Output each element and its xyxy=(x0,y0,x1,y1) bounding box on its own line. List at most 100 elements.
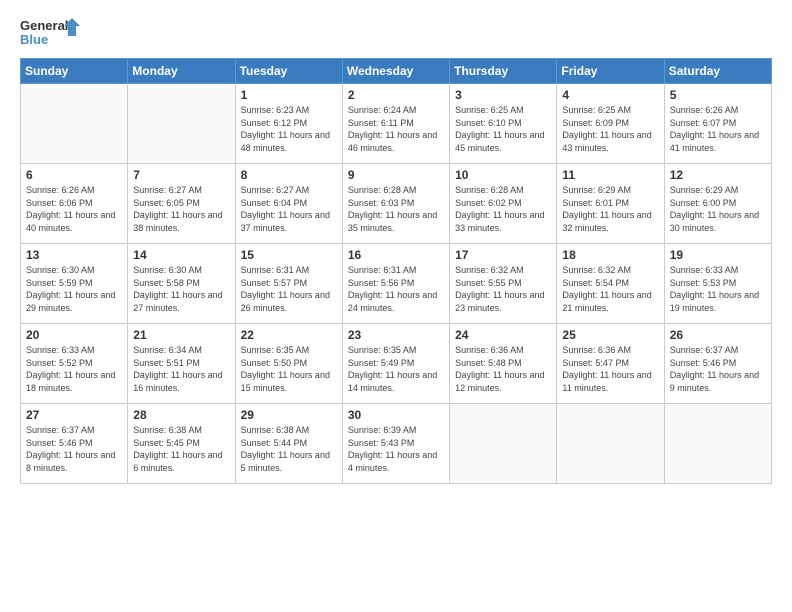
day-number: 29 xyxy=(241,408,337,422)
day-info: Sunrise: 6:39 AMSunset: 5:43 PMDaylight:… xyxy=(348,424,444,474)
weekday-header-wednesday: Wednesday xyxy=(342,59,449,84)
weekday-header-sunday: Sunday xyxy=(21,59,128,84)
day-info: Sunrise: 6:25 AMSunset: 6:09 PMDaylight:… xyxy=(562,104,658,154)
day-number: 22 xyxy=(241,328,337,342)
day-cell: 5 Sunrise: 6:26 AMSunset: 6:07 PMDaylight… xyxy=(664,84,771,164)
day-info: Sunrise: 6:27 AMSunset: 6:04 PMDaylight:… xyxy=(241,184,337,234)
day-cell: 17Sunrise: 6:32 AMSunset: 5:55 PMDayligh… xyxy=(450,244,557,324)
day-cell: 7 Sunrise: 6:27 AMSunset: 6:05 PMDaylight… xyxy=(128,164,235,244)
day-cell: 28 Sunrise: 6:38 AMSunset: 5:45 PMDayligh… xyxy=(128,404,235,484)
day-info: Sunrise: 6:29 AMSunset: 6:00 PMDaylight:… xyxy=(670,184,766,234)
day-number: 4 xyxy=(562,88,658,102)
day-cell xyxy=(450,404,557,484)
day-info: Sunrise: 6:37 AMSunset: 5:46 PMDaylight:… xyxy=(670,344,766,394)
day-cell: 14 Sunrise: 6:30 AMSunset: 5:58 PMDayligh… xyxy=(128,244,235,324)
day-info: Sunrise: 6:37 AMSunset: 5:46 PMDaylight:… xyxy=(26,424,122,474)
day-number: 7 xyxy=(133,168,229,182)
week-row-3: 13 Sunrise: 6:30 AMSunset: 5:59 PMDayligh… xyxy=(21,244,772,324)
logo: General Blue xyxy=(20,16,80,52)
weekday-header-tuesday: Tuesday xyxy=(235,59,342,84)
day-cell: 4 Sunrise: 6:25 AMSunset: 6:09 PMDaylight… xyxy=(557,84,664,164)
day-cell xyxy=(21,84,128,164)
day-cell: 16 Sunrise: 6:31 AMSunset: 5:56 PMDayligh… xyxy=(342,244,449,324)
day-cell: 23 Sunrise: 6:35 AMSunset: 5:49 PMDayligh… xyxy=(342,324,449,404)
day-number: 30 xyxy=(348,408,444,422)
day-cell: 21 Sunrise: 6:34 AMSunset: 5:51 PMDayligh… xyxy=(128,324,235,404)
day-number: 14 xyxy=(133,248,229,262)
day-info: Sunrise: 6:28 AMSunset: 6:03 PMDaylight:… xyxy=(348,184,444,234)
weekday-header-friday: Friday xyxy=(557,59,664,84)
day-info: Sunrise: 6:26 AMSunset: 6:06 PMDaylight:… xyxy=(26,184,122,234)
day-info: Sunrise: 6:25 AMSunset: 6:10 PMDaylight:… xyxy=(455,104,551,154)
day-number: 10 xyxy=(455,168,551,182)
day-info: Sunrise: 6:24 AMSunset: 6:11 PMDaylight:… xyxy=(348,104,444,154)
week-row-2: 6 Sunrise: 6:26 AMSunset: 6:06 PMDaylight… xyxy=(21,164,772,244)
svg-text:General: General xyxy=(20,18,68,33)
day-number: 2 xyxy=(348,88,444,102)
day-info: Sunrise: 6:31 AMSunset: 5:57 PMDaylight:… xyxy=(241,264,337,314)
day-cell: 6 Sunrise: 6:26 AMSunset: 6:06 PMDaylight… xyxy=(21,164,128,244)
day-number: 3 xyxy=(455,88,551,102)
day-cell: 10 Sunrise: 6:28 AMSunset: 6:02 PMDayligh… xyxy=(450,164,557,244)
day-number: 26 xyxy=(670,328,766,342)
weekday-header-row: SundayMondayTuesdayWednesdayThursdayFrid… xyxy=(21,59,772,84)
day-info: Sunrise: 6:30 AMSunset: 5:58 PMDaylight:… xyxy=(133,264,229,314)
day-info: Sunrise: 6:27 AMSunset: 6:05 PMDaylight:… xyxy=(133,184,229,234)
weekday-header-monday: Monday xyxy=(128,59,235,84)
day-number: 23 xyxy=(348,328,444,342)
day-cell: 24 Sunrise: 6:36 AMSunset: 5:48 PMDayligh… xyxy=(450,324,557,404)
day-number: 21 xyxy=(133,328,229,342)
day-info: Sunrise: 6:36 AMSunset: 5:47 PMDaylight:… xyxy=(562,344,658,394)
day-cell: 11 Sunrise: 6:29 AMSunset: 6:01 PMDayligh… xyxy=(557,164,664,244)
day-info: Sunrise: 6:35 AMSunset: 5:49 PMDaylight:… xyxy=(348,344,444,394)
day-cell: 3 Sunrise: 6:25 AMSunset: 6:10 PMDaylight… xyxy=(450,84,557,164)
day-cell xyxy=(557,404,664,484)
day-number: 24 xyxy=(455,328,551,342)
day-number: 28 xyxy=(133,408,229,422)
day-cell: 2 Sunrise: 6:24 AMSunset: 6:11 PMDaylight… xyxy=(342,84,449,164)
day-cell: 26 Sunrise: 6:37 AMSunset: 5:46 PMDayligh… xyxy=(664,324,771,404)
day-cell: 30 Sunrise: 6:39 AMSunset: 5:43 PMDayligh… xyxy=(342,404,449,484)
day-number: 9 xyxy=(348,168,444,182)
day-cell: 9 Sunrise: 6:28 AMSunset: 6:03 PMDaylight… xyxy=(342,164,449,244)
day-cell: 15 Sunrise: 6:31 AMSunset: 5:57 PMDayligh… xyxy=(235,244,342,324)
week-row-4: 20Sunrise: 6:33 AMSunset: 5:52 PMDayligh… xyxy=(21,324,772,404)
day-info: Sunrise: 6:35 AMSunset: 5:50 PMDaylight:… xyxy=(241,344,337,394)
weekday-header-saturday: Saturday xyxy=(664,59,771,84)
day-cell: 20Sunrise: 6:33 AMSunset: 5:52 PMDayligh… xyxy=(21,324,128,404)
day-cell: 27Sunrise: 6:37 AMSunset: 5:46 PMDayligh… xyxy=(21,404,128,484)
day-info: Sunrise: 6:30 AMSunset: 5:59 PMDaylight:… xyxy=(26,264,122,314)
day-info: Sunrise: 6:23 AMSunset: 6:12 PMDaylight:… xyxy=(241,104,337,154)
day-info: Sunrise: 6:32 AMSunset: 5:54 PMDaylight:… xyxy=(562,264,658,314)
day-info: Sunrise: 6:33 AMSunset: 5:53 PMDaylight:… xyxy=(670,264,766,314)
calendar-table: SundayMondayTuesdayWednesdayThursdayFrid… xyxy=(20,58,772,484)
day-number: 11 xyxy=(562,168,658,182)
day-number: 15 xyxy=(241,248,337,262)
day-info: Sunrise: 6:26 AMSunset: 6:07 PMDaylight:… xyxy=(670,104,766,154)
day-number: 12 xyxy=(670,168,766,182)
logo-svg: General Blue xyxy=(20,16,80,52)
day-info: Sunrise: 6:29 AMSunset: 6:01 PMDaylight:… xyxy=(562,184,658,234)
day-number: 13 xyxy=(26,248,122,262)
day-cell: 29 Sunrise: 6:38 AMSunset: 5:44 PMDayligh… xyxy=(235,404,342,484)
day-info: Sunrise: 6:28 AMSunset: 6:02 PMDaylight:… xyxy=(455,184,551,234)
day-info: Sunrise: 6:38 AMSunset: 5:45 PMDaylight:… xyxy=(133,424,229,474)
day-number: 6 xyxy=(26,168,122,182)
day-cell xyxy=(128,84,235,164)
day-number: 19 xyxy=(670,248,766,262)
day-info: Sunrise: 6:36 AMSunset: 5:48 PMDaylight:… xyxy=(455,344,551,394)
day-cell: 1Sunrise: 6:23 AMSunset: 6:12 PMDaylight… xyxy=(235,84,342,164)
day-info: Sunrise: 6:32 AMSunset: 5:55 PMDaylight:… xyxy=(455,264,551,314)
day-number: 8 xyxy=(241,168,337,182)
day-number: 16 xyxy=(348,248,444,262)
day-info: Sunrise: 6:31 AMSunset: 5:56 PMDaylight:… xyxy=(348,264,444,314)
day-cell: 22 Sunrise: 6:35 AMSunset: 5:50 PMDayligh… xyxy=(235,324,342,404)
day-cell: 19 Sunrise: 6:33 AMSunset: 5:53 PMDayligh… xyxy=(664,244,771,324)
page-header: General Blue xyxy=(20,16,772,52)
day-cell: 12 Sunrise: 6:29 AMSunset: 6:00 PMDayligh… xyxy=(664,164,771,244)
weekday-header-thursday: Thursday xyxy=(450,59,557,84)
day-info: Sunrise: 6:34 AMSunset: 5:51 PMDaylight:… xyxy=(133,344,229,394)
day-number: 5 xyxy=(670,88,766,102)
day-cell: 25Sunrise: 6:36 AMSunset: 5:47 PMDayligh… xyxy=(557,324,664,404)
day-info: Sunrise: 6:38 AMSunset: 5:44 PMDaylight:… xyxy=(241,424,337,474)
